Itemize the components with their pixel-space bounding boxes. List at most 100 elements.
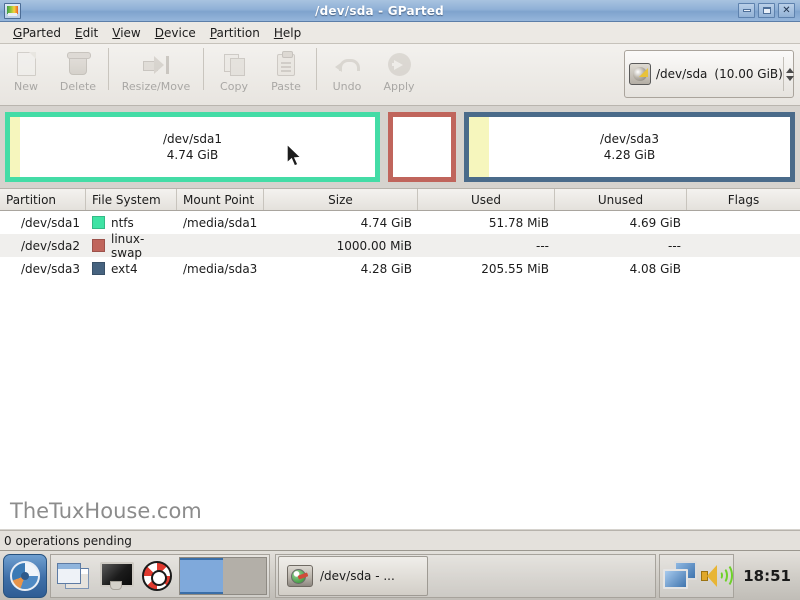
maximize-button[interactable] [758,3,775,18]
chevron-up-icon [785,67,794,73]
trash-icon [65,51,91,77]
toolbar-separator-2 [203,48,204,90]
partition-free-bar-sda2 [393,117,451,177]
copy-button-label: Copy [220,80,248,93]
partition-free-bar-sda3 [489,117,790,177]
menu-gparted[interactable]: GParted [6,24,68,42]
toolbar-group-clipboard: Copy Paste [208,44,312,93]
delete-button-label: Delete [59,80,97,93]
watermark: TheTuxHouse.com [10,499,202,523]
partition-gap-1 [380,112,388,182]
toolbar-group-apply: Undo Apply [321,44,425,93]
clock[interactable]: 18:51 [737,567,797,585]
window-controls: ✕ [738,3,795,18]
workspace-pager[interactable] [179,556,267,595]
toolbar: New Delete Resize/Move Copy Paste Undo A… [0,44,800,106]
column-header-unused[interactable]: Unused [555,189,687,210]
partition-block-sda1[interactable]: /dev/sda1 4.74 GiB [5,112,380,182]
cell-filesystem: ext4 [86,257,177,280]
cell-mountpoint: /media/sda1 [183,215,258,230]
menu-partition[interactable]: Partition [203,24,267,42]
network-icon[interactable] [663,560,698,591]
device-path: /dev/sda [656,67,708,81]
partition-block-sda3[interactable]: /dev/sda3 4.28 GiB [464,112,795,182]
paste-button-label: Paste [271,80,301,93]
monitor-icon [99,561,134,590]
start-menu-button[interactable] [3,553,47,598]
launcher-group [50,553,270,598]
maximize-icon [762,7,771,14]
harddisk-icon [287,564,313,587]
cell-unused: 4.08 GiB [629,261,681,276]
partition-block-sda2[interactable] [388,112,456,182]
copy-icon [221,51,247,77]
partition-free-bar-sda1 [20,117,375,177]
device-selector-stepper[interactable] [782,57,796,91]
apply-arrow-icon [386,51,412,77]
filesystem-color-swatch [92,262,105,275]
apply-button-label: Apply [383,80,415,93]
table-row[interactable]: /dev/sda3 ext4 /media/sda3 4.28 GiB 205.… [0,257,800,280]
paste-button[interactable]: Paste [260,48,312,93]
cell-size: 4.28 GiB [360,261,412,276]
cell-flags [687,257,800,280]
partition-used-bar-sda3 [469,117,489,177]
workspace-2[interactable] [223,557,266,594]
column-header-mountpoint[interactable]: Mount Point [177,189,264,210]
workspace-1[interactable] [180,557,223,594]
undo-button-label: Undo [332,80,362,93]
device-size: (10.00 GiB) [714,67,783,81]
partition-used-bar-sda1 [10,117,20,177]
new-button[interactable]: New [0,48,52,93]
new-document-icon [13,51,39,77]
taskbar-window-button[interactable]: /dev/sda - ... [278,555,428,596]
partition-gap-2 [456,112,464,182]
cell-filesystem: linux-swap [86,231,177,260]
table-row[interactable]: /dev/sda2 linux-swap 1000.00 MiB --- --- [0,231,800,260]
minimize-button[interactable] [738,3,755,18]
column-header-used[interactable]: Used [418,189,555,210]
minimize-icon [742,9,751,12]
cell-unused: --- [668,238,681,253]
cell-filesystem-label: linux-swap [111,231,145,260]
cell-size: 4.74 GiB [360,215,412,230]
menu-view[interactable]: View [105,24,147,42]
window-titlebar[interactable]: /dev/sda - GParted ✕ [0,0,800,22]
toolbar-group-resize: Resize/Move [113,44,199,93]
menu-device[interactable]: Device [148,24,203,42]
cell-filesystem-label: ntfs [111,215,134,230]
cell-used: --- [536,238,549,253]
apply-button[interactable]: Apply [373,48,425,93]
lifebuoy-icon [142,560,172,591]
delete-button[interactable]: Delete [52,48,104,93]
clipboard-icon [273,51,299,77]
menu-help[interactable]: Help [267,24,308,42]
show-desktop-button[interactable] [95,556,135,596]
undo-button[interactable]: Undo [321,48,373,93]
gparted-window: /dev/sda - GParted ✕ GParted Edit View D… [0,0,800,600]
cell-partition: /dev/sda3 [20,261,80,276]
menu-edit[interactable]: Edit [68,24,105,42]
cell-mountpoint: /media/sda3 [183,261,258,276]
toolbar-separator-3 [316,48,317,90]
cell-partition: /dev/sda1 [20,215,80,230]
table-header-row: Partition File System Mount Point Size U… [0,189,800,211]
column-header-partition[interactable]: Partition [0,189,86,210]
device-selector[interactable]: /dev/sda (10.00 GiB) [624,50,794,98]
filesystem-color-swatch [92,239,105,252]
help-launcher-button[interactable] [137,556,177,596]
column-header-flags[interactable]: Flags [687,189,800,210]
close-button[interactable]: ✕ [778,3,795,18]
gparted-icon [4,2,21,19]
pending-operations-text: 0 operations pending [4,533,132,548]
resize-move-button[interactable]: Resize/Move [113,48,199,93]
taskbar: /dev/sda - ... 18:51 [0,550,800,600]
copy-button[interactable]: Copy [208,48,260,93]
column-header-filesystem[interactable]: File System [86,189,177,210]
filesystem-color-swatch [92,216,105,229]
column-header-size[interactable]: Size [264,189,418,210]
volume-speaker-icon[interactable] [700,562,734,590]
window-list-button[interactable] [53,556,93,596]
toolbar-separator-1 [108,48,109,90]
cell-unused: 4.69 GiB [629,215,681,230]
